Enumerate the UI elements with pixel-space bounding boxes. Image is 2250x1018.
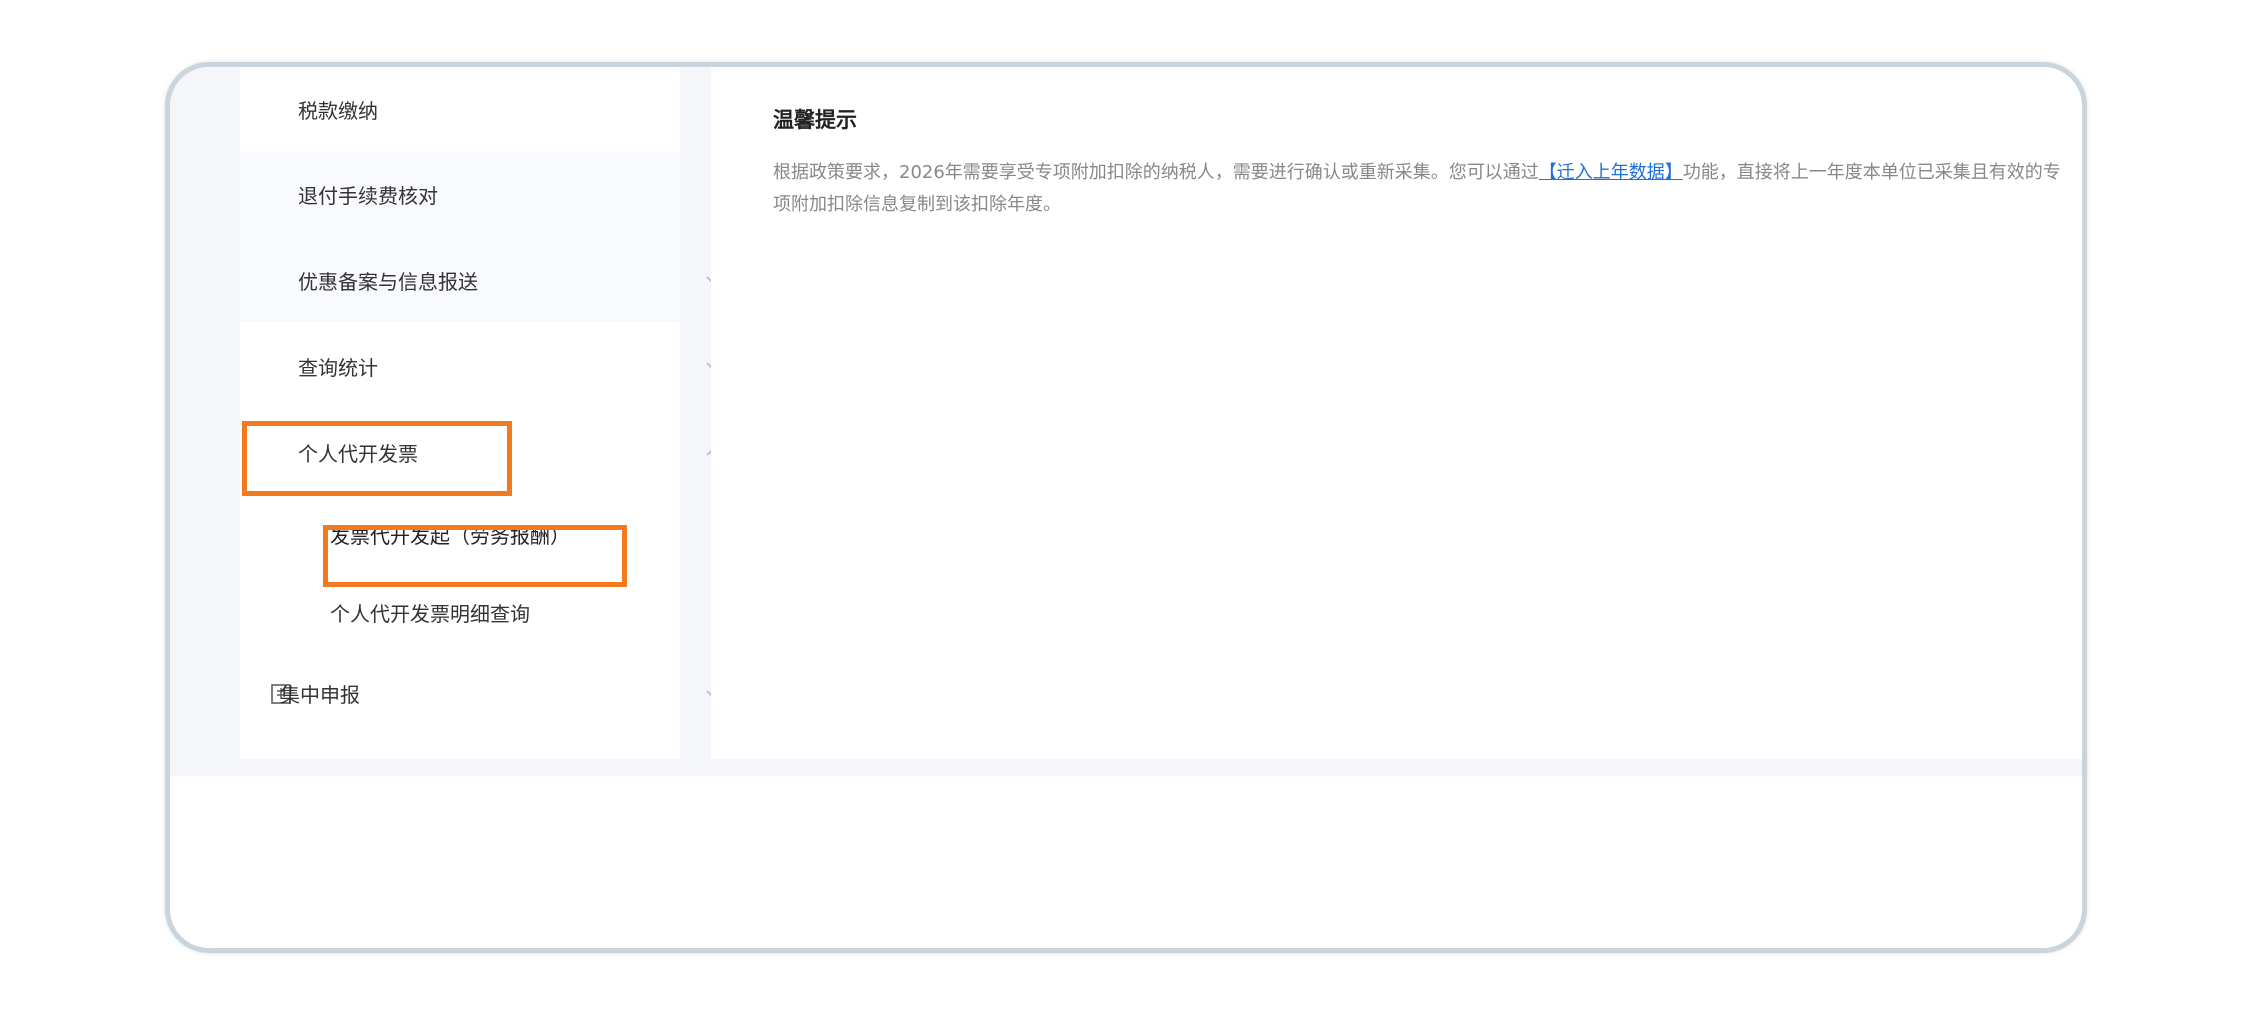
- sidebar-item-refund-fee-check[interactable]: 退付手续费核对: [240, 152, 680, 237]
- app-shell: 税款缴纳 退付手续费核对 优惠备案与信息报送 查询统计 个人代开发票 发票代开发…: [170, 67, 2082, 776]
- notice-title: 温馨提示: [773, 108, 857, 132]
- sidebar-item-label: 优惠备案与信息报送: [298, 269, 478, 294]
- sidebar-item-preferential-filing[interactable]: 优惠备案与信息报送: [240, 237, 720, 323]
- screenshot-frame: 税款缴纳 退付手续费核对 优惠备案与信息报送 查询统计 个人代开发票 发票代开发…: [165, 62, 2087, 953]
- sidebar-item-label: 税款缴纳: [298, 99, 378, 123]
- sidebar-item-label: 查询统计: [298, 355, 378, 380]
- main-content: 温馨提示 根据政策要求，2026年需要享受专项附加扣除的纳税人，需要进行确认或重…: [711, 67, 2082, 759]
- sidebar-menu: 税款缴纳 退付手续费核对 优惠备案与信息报送 查询统计 个人代开发票 发票代开发…: [240, 67, 720, 759]
- sidebar-item-query-statistics[interactable]: 查询统计: [240, 323, 720, 409]
- highlight-box-invoice-issue: [323, 525, 627, 587]
- sidebar-item-label: 集中申报: [280, 683, 360, 707]
- notice-text-before: 根据政策要求，2026年需要享受专项附加扣除的纳税人，需要进行确认或重新采集。您…: [773, 162, 1539, 183]
- sidebar-item-centralized-declaration[interactable]: 集中申报: [240, 651, 720, 736]
- import-last-year-data-link[interactable]: 【迁入上年数据】: [1539, 162, 1683, 183]
- notice-text: 根据政策要求，2026年需要享受专项附加扣除的纳税人，需要进行确认或重新采集。您…: [773, 157, 2068, 221]
- sidebar-item-tax-payment[interactable]: 税款缴纳: [240, 67, 680, 152]
- sidebar-item-label: 个人代开发票明细查询: [330, 601, 530, 626]
- sidebar-item-label: 退付手续费核对: [298, 184, 438, 208]
- highlight-box-personal-invoice: [242, 421, 512, 496]
